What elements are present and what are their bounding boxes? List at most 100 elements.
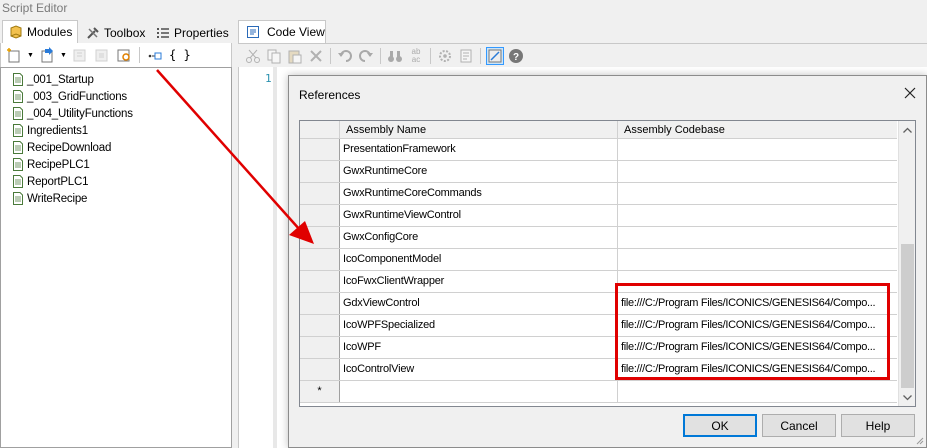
rename-module-icon[interactable] <box>115 46 133 64</box>
list-item[interactable]: WriteRecipe <box>1 190 231 207</box>
document-icon[interactable] <box>457 47 475 65</box>
grid-header: Assembly Name Assembly Codebase <box>300 121 897 139</box>
delete-icon[interactable] <box>307 47 325 65</box>
module-list: _001_Startup _003_GridFunctions _004_Uti… <box>0 67 232 448</box>
delete-module-icon[interactable] <box>93 46 111 64</box>
row-header[interactable] <box>300 205 340 226</box>
assembly-codebase-cell[interactable] <box>618 139 897 160</box>
dropdown-arrow-icon[interactable]: ▼ <box>60 52 67 59</box>
assembly-name-cell[interactable]: GwxRuntimeViewControl <box>340 205 618 226</box>
assembly-name-cell[interactable]: GwxRuntimeCore <box>340 161 618 182</box>
assembly-name-cell[interactable]: IcoFwxClientWrapper <box>340 271 618 292</box>
braces-icon[interactable]: { } <box>168 46 192 64</box>
cancel-button[interactable]: Cancel <box>762 414 836 437</box>
code-view-icon <box>247 26 259 38</box>
properties-icon <box>156 26 170 40</box>
assembly-name-cell[interactable]: PresentationFramework <box>340 139 618 160</box>
row-header[interactable] <box>300 249 340 270</box>
assembly-name-cell[interactable]: IcoComponentModel <box>340 249 618 270</box>
assembly-codebase-cell[interactable] <box>618 161 897 182</box>
assembly-name-cell[interactable]: GwxConfigCore <box>340 227 618 248</box>
document-icon <box>13 90 23 103</box>
assembly-name-cell[interactable]: IcoWPF <box>340 337 618 358</box>
tab-properties[interactable]: Properties <box>150 22 230 43</box>
new-row[interactable]: * <box>300 381 897 403</box>
vertical-scrollbar[interactable] <box>898 121 915 406</box>
toolbar-separator <box>480 47 481 64</box>
replace-icon[interactable]: ab ac <box>407 47 425 65</box>
table-row[interactable]: GwxRuntimeViewControl <box>300 205 897 227</box>
undo-icon[interactable] <box>336 47 354 65</box>
assembly-name-cell[interactable]: IcoWPFSpecialized <box>340 315 618 336</box>
row-header[interactable] <box>300 227 340 248</box>
window-titlebar: Script Editor <box>0 0 927 18</box>
tab-properties-label: Properties <box>174 25 229 40</box>
module-name: _004_UtilityFunctions <box>27 107 133 120</box>
row-header[interactable] <box>300 161 340 182</box>
list-item[interactable]: ReportPLC1 <box>1 173 231 190</box>
tab-toolbox-label: Toolbox <box>104 25 146 40</box>
svg-text:?: ? <box>513 52 519 63</box>
column-header-assembly-name[interactable]: Assembly Name <box>340 121 618 139</box>
tab-code-view[interactable]: Code View <box>238 20 326 43</box>
references-icon[interactable] <box>486 46 504 65</box>
copy-icon[interactable] <box>265 47 283 65</box>
list-item[interactable]: _003_GridFunctions <box>1 88 231 105</box>
help-button[interactable]: Help <box>841 414 915 437</box>
export-module-icon[interactable] <box>71 46 89 64</box>
assembly-codebase-cell[interactable] <box>618 205 897 226</box>
assembly-name-cell[interactable]: GdxViewControl <box>340 293 618 314</box>
table-row[interactable]: PresentationFramework <box>300 139 897 161</box>
tab-modules[interactable]: Modules <box>2 20 78 43</box>
assembly-codebase-cell[interactable] <box>618 249 897 270</box>
help-icon[interactable]: ? <box>507 47 525 65</box>
row-header[interactable] <box>300 271 340 292</box>
import-module-icon[interactable] <box>38 46 56 64</box>
scrollbar-thumb[interactable] <box>901 244 914 388</box>
close-icon[interactable] <box>901 84 919 102</box>
find-icon[interactable] <box>386 47 404 65</box>
modules-toolbar: ▼ ▼ { } <box>0 43 232 67</box>
toolbar-separator <box>330 47 331 64</box>
redo-icon[interactable] <box>357 47 375 65</box>
scroll-down-icon[interactable] <box>899 389 915 406</box>
row-header[interactable] <box>300 139 340 160</box>
scroll-up-icon[interactable] <box>899 121 915 138</box>
list-item[interactable]: _001_Startup <box>1 71 231 88</box>
row-header[interactable] <box>300 315 340 336</box>
new-module-icon[interactable] <box>5 46 23 64</box>
list-item[interactable]: RecipePLC1 <box>1 156 231 173</box>
assembly-name-cell[interactable]: IcoControlView <box>340 359 618 380</box>
list-item[interactable]: _004_UtilityFunctions <box>1 105 231 122</box>
assembly-codebase-cell[interactable] <box>618 183 897 204</box>
resize-grip-icon[interactable] <box>914 435 924 445</box>
row-header[interactable] <box>300 337 340 358</box>
table-row[interactable]: IcoComponentModel <box>300 249 897 271</box>
tab-modules-label: Modules <box>27 25 73 39</box>
assembly-name-cell[interactable]: GwxRuntimeCoreCommands <box>340 183 618 204</box>
modules-icon <box>9 25 23 39</box>
column-header-assembly-codebase[interactable]: Assembly Codebase <box>618 121 897 139</box>
compile-icon[interactable] <box>436 47 454 65</box>
toolbar-separator <box>380 47 381 64</box>
row-header[interactable] <box>300 183 340 204</box>
code-toolbar: ab ac ? <box>238 43 927 67</box>
list-item[interactable]: RecipeDownload <box>1 139 231 156</box>
tab-toolbox[interactable]: Toolbox <box>80 22 148 43</box>
new-row-marker: * <box>300 381 340 402</box>
ok-button[interactable]: OK <box>683 414 757 437</box>
references-icon[interactable] <box>146 46 164 64</box>
table-row[interactable]: GwxRuntimeCoreCommands <box>300 183 897 205</box>
row-header[interactable] <box>300 293 340 314</box>
list-item[interactable]: Ingredients1 <box>1 122 231 139</box>
assembly-codebase-cell[interactable] <box>618 227 897 248</box>
assembly-codebase-cell[interactable] <box>618 381 897 402</box>
table-row[interactable]: GwxConfigCore <box>300 227 897 249</box>
table-row[interactable]: GwxRuntimeCore <box>300 161 897 183</box>
paste-icon[interactable] <box>286 47 304 65</box>
document-icon <box>13 124 23 137</box>
assembly-name-cell[interactable] <box>340 381 618 402</box>
row-header[interactable] <box>300 359 340 380</box>
dropdown-arrow-icon[interactable]: ▼ <box>27 52 34 59</box>
cut-icon[interactable] <box>244 47 262 65</box>
